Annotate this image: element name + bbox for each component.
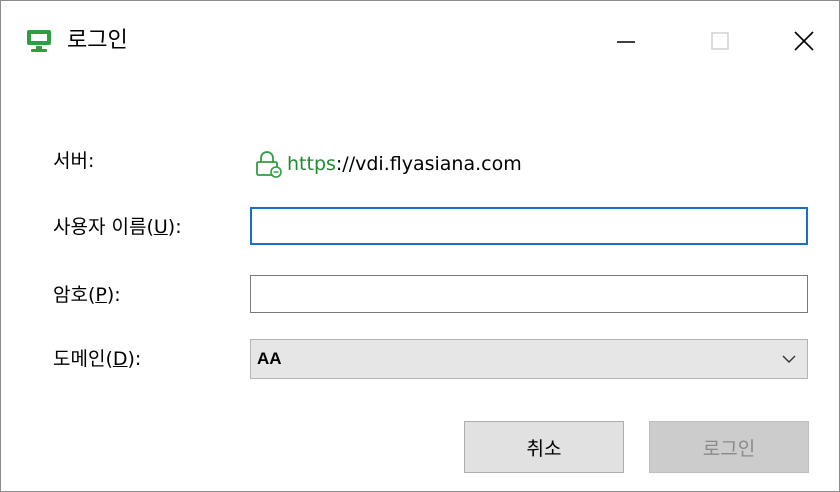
password-label-suffix: ): bbox=[106, 284, 121, 306]
server-host: ://vdi.flyasiana.com bbox=[335, 153, 522, 175]
cancel-button[interactable]: 취소 bbox=[464, 421, 624, 473]
close-button[interactable] bbox=[779, 19, 829, 63]
password-label: 암호(P): bbox=[53, 281, 121, 309]
close-icon bbox=[794, 31, 814, 51]
monitor-app-icon bbox=[27, 30, 51, 52]
username-input[interactable] bbox=[250, 207, 808, 245]
login-dialog: 로그인 서버: https://vdi.flyasiana.com 사용자 이… bbox=[0, 0, 840, 492]
username-label: 사용자 이름(U): bbox=[53, 213, 182, 241]
server-address: https://vdi.flyasiana.com bbox=[253, 149, 522, 179]
maximize-button[interactable] bbox=[695, 19, 745, 63]
domain-label-suffix: ): bbox=[127, 348, 142, 370]
server-label: 서버: bbox=[53, 150, 95, 172]
password-label-prefix: 암호( bbox=[53, 284, 96, 306]
domain-label-prefix: 도메인( bbox=[53, 348, 113, 370]
username-label-prefix: 사용자 이름( bbox=[53, 216, 154, 238]
login-button[interactable]: 로그인 bbox=[649, 421, 809, 473]
password-mnemonic: P bbox=[95, 284, 107, 306]
minimize-icon bbox=[617, 41, 635, 43]
domain-label: 도메인(D): bbox=[53, 345, 141, 373]
domain-selected-value: AA bbox=[257, 349, 282, 368]
password-input[interactable] bbox=[250, 275, 808, 313]
username-mnemonic: U bbox=[153, 216, 168, 238]
domain-mnemonic: D bbox=[112, 348, 128, 370]
chevron-down-icon bbox=[782, 355, 796, 363]
maximize-icon bbox=[711, 32, 729, 50]
secure-lock-icon bbox=[256, 151, 282, 178]
username-label-suffix: ): bbox=[167, 216, 182, 238]
window-title: 로그인 bbox=[67, 28, 128, 53]
minimize-button[interactable] bbox=[601, 19, 651, 63]
title-bar[interactable]: 로그인 bbox=[1, 1, 839, 83]
server-scheme: https bbox=[287, 153, 336, 175]
domain-select[interactable]: AA bbox=[250, 339, 808, 379]
